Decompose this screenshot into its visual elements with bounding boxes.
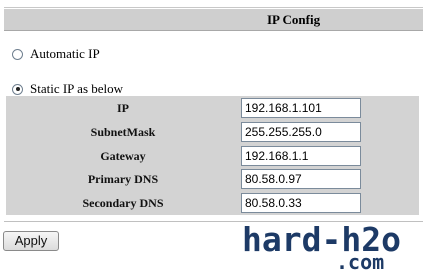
ip-label: IP	[117, 101, 129, 115]
static-ip-label: Static IP as below	[30, 81, 124, 96]
gateway-row: Gateway	[6, 144, 419, 168]
subnet-mask-input[interactable]	[241, 122, 361, 142]
static-ip-radio[interactable]	[12, 83, 23, 95]
apply-button[interactable]: Apply	[3, 231, 59, 251]
top-divider	[4, 7, 423, 8]
subnet-mask-row: SubnetMask	[6, 120, 419, 144]
watermark-logo-domain: .com	[336, 250, 385, 274]
primary-dns-row: Primary DNS	[6, 167, 419, 191]
primary-dns-label: Primary DNS	[87, 172, 159, 186]
section-title: IP Config	[267, 12, 321, 27]
secondary-dns-input[interactable]	[241, 193, 361, 213]
automatic-ip-option[interactable]: Automatic IP	[12, 46, 100, 62]
gateway-input[interactable]	[241, 146, 361, 166]
subnet-mask-label: SubnetMask	[90, 125, 156, 139]
static-ip-option[interactable]: Static IP as below	[12, 81, 123, 97]
secondary-dns-row: Secondary DNS	[6, 191, 419, 215]
ip-input[interactable]	[241, 98, 361, 118]
automatic-ip-label: Automatic IP	[30, 46, 100, 61]
secondary-dns-label: Secondary DNS	[82, 196, 164, 210]
gateway-label: Gateway	[100, 149, 146, 163]
primary-dns-input[interactable]	[241, 169, 361, 189]
section-header: IP Config	[4, 9, 423, 31]
ip-row: IP	[6, 96, 419, 120]
ip-config-table: IP SubnetMask Gateway Primary DNS Second…	[6, 96, 419, 215]
automatic-ip-radio[interactable]	[12, 48, 23, 60]
